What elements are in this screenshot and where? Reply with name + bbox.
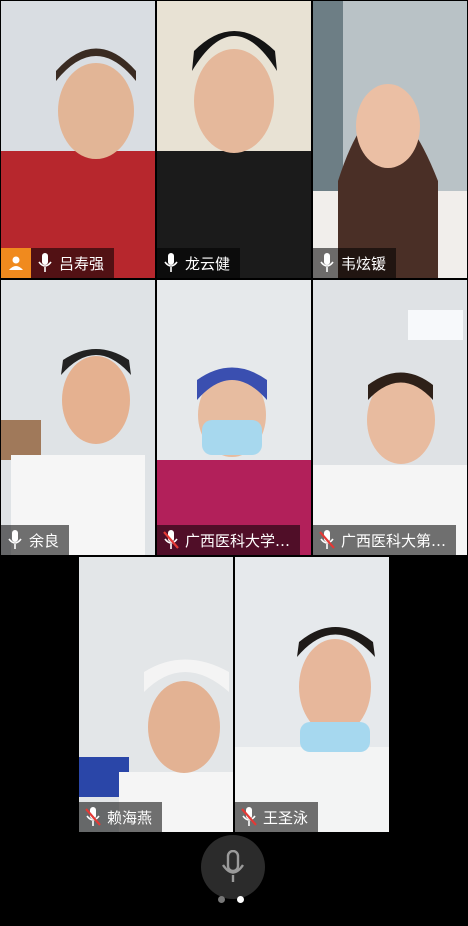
video-tile-5[interactable]: 广西医科大学… xyxy=(157,280,311,555)
participant-video xyxy=(313,280,467,555)
participant-name: 韦炫锾 xyxy=(341,254,387,273)
participant-label: 王圣泳 xyxy=(235,802,319,832)
participant-video xyxy=(313,1,467,278)
page-dot-2[interactable] xyxy=(237,896,244,903)
participant-name: 赖海燕 xyxy=(107,808,153,827)
participant-name: 王圣泳 xyxy=(263,808,309,827)
participant-video xyxy=(157,1,311,278)
participant-name: 广西医科大第… xyxy=(341,531,447,550)
microphone-icon xyxy=(222,850,244,882)
participant-video xyxy=(1,280,155,555)
participant-video xyxy=(157,280,311,555)
microphone-muted-icon xyxy=(241,807,257,827)
video-tile-4[interactable]: 余良 xyxy=(1,280,155,555)
video-tile-2[interactable]: 龙云健 xyxy=(157,1,311,278)
participant-label: 赖海燕 xyxy=(79,802,163,832)
page-indicator xyxy=(218,896,244,903)
participant-video xyxy=(235,557,389,832)
microphone-icon xyxy=(37,253,53,273)
participant-label: 韦炫锾 xyxy=(313,248,397,278)
participant-label: 广西医科大学… xyxy=(157,525,301,555)
video-tile-7[interactable]: 赖海燕 xyxy=(79,557,233,832)
host-icon xyxy=(1,248,31,278)
microphone-muted-icon xyxy=(319,530,335,550)
participant-video xyxy=(79,557,233,832)
microphone-icon xyxy=(163,253,179,273)
participant-label: 龙云健 xyxy=(157,248,241,278)
microphone-button[interactable] xyxy=(201,835,265,899)
microphone-icon xyxy=(319,253,335,273)
microphone-muted-icon xyxy=(85,807,101,827)
microphone-icon xyxy=(7,530,23,550)
participant-name: 广西医科大学… xyxy=(185,531,291,550)
video-tile-1[interactable]: 吕寿强 xyxy=(1,1,155,278)
participant-name: 吕寿强 xyxy=(59,254,105,273)
participant-label: 广西医科大第… xyxy=(313,525,457,555)
video-tile-3[interactable]: 韦炫锾 xyxy=(313,1,467,278)
participant-name: 余良 xyxy=(29,531,60,550)
participant-name: 龙云健 xyxy=(185,254,231,273)
participant-label: 吕寿强 xyxy=(1,248,115,278)
participant-video xyxy=(1,1,155,278)
video-tile-8[interactable]: 王圣泳 xyxy=(235,557,389,832)
page-dot-1[interactable] xyxy=(218,896,225,903)
participant-label: 余良 xyxy=(1,525,70,555)
microphone-muted-icon xyxy=(163,530,179,550)
video-tile-6[interactable]: 广西医科大第… xyxy=(313,280,467,555)
